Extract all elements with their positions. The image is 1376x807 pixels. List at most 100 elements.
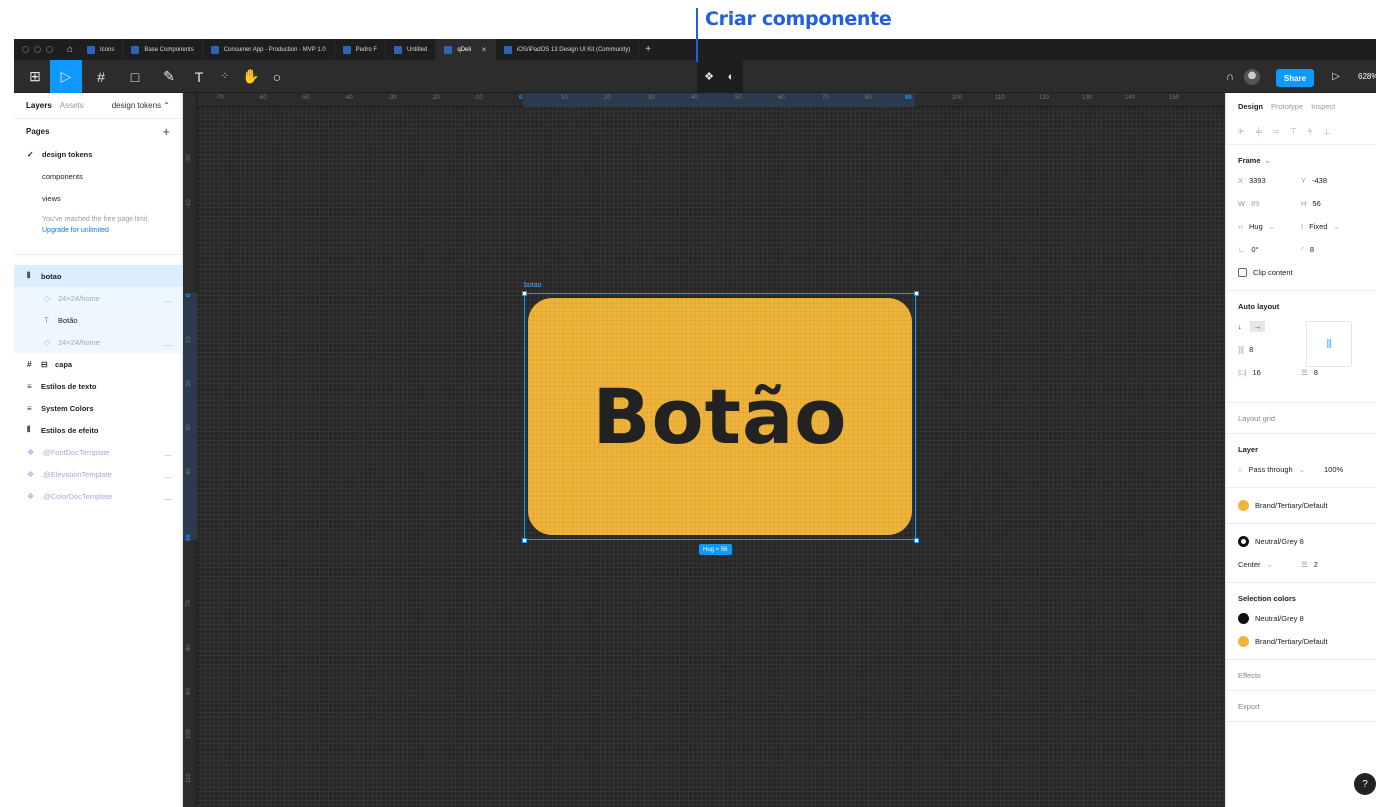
effects-title[interactable]: Effects <box>1238 666 1364 684</box>
align-top-icon[interactable]: ⊤ <box>1290 127 1297 136</box>
new-tab-icon[interactable]: + <box>639 44 657 55</box>
tab-untitled[interactable]: Untitled <box>386 39 437 60</box>
hidden-icon[interactable]: ﹏ <box>164 337 172 348</box>
button-component[interactable]: Botão <box>528 298 912 535</box>
present-icon[interactable]: ▷ <box>1328 60 1344 93</box>
hidden-icon[interactable]: ﹏ <box>164 293 172 304</box>
arrow-right-icon[interactable]: → <box>1249 321 1266 332</box>
layer-elevation-template[interactable]: ❖ .@ElevationTemplate ﹏ <box>14 463 182 485</box>
tab-consumer-app[interactable]: Consumer App - Production - MVP 1.0 <box>203 39 335 60</box>
text-tool-icon[interactable]: T <box>188 60 210 93</box>
clip-content-checkbox[interactable] <box>1238 268 1247 277</box>
tab-layers[interactable]: Layers <box>26 101 52 110</box>
minimize-dot-icon[interactable] <box>34 46 41 53</box>
help-icon[interactable]: ? <box>1354 773 1376 795</box>
layer-home-icon-1[interactable]: ◇ 24×24/home ﹏ <box>14 287 182 309</box>
hand-tool-icon[interactable]: ✋ <box>240 60 262 93</box>
align-center-v-icon[interactable]: ⫩ <box>1308 127 1313 137</box>
align-center-h-icon[interactable]: ╪ <box>1256 127 1262 136</box>
layer-botao[interactable]: ⫴ botao <box>14 265 182 287</box>
blend-mode-select[interactable]: ○ Pass through ⌄ <box>1238 465 1324 474</box>
mask-icon[interactable]: ◐ <box>721 60 741 93</box>
layer-font-doc-template[interactable]: ❖ .@FontDocTemplate ﹏ <box>14 441 182 463</box>
page-item-components[interactable]: components <box>14 165 182 187</box>
vertical-padding-field[interactable]: ☰ 8 <box>1301 368 1364 377</box>
resize-handle-tl[interactable] <box>522 291 527 296</box>
align-bottom-icon[interactable]: ⊥ <box>1323 127 1330 136</box>
resize-handle-bl[interactable] <box>522 538 527 543</box>
fill-style-row[interactable]: Brand/Tertiary/Default <box>1238 494 1364 517</box>
page-item-design-tokens[interactable]: ✓ design tokens <box>14 143 182 165</box>
home-icon[interactable]: ⌂ <box>61 39 79 60</box>
x-field[interactable]: X 3393 <box>1238 176 1301 185</box>
horizontal-padding-field[interactable]: |□| 16 <box>1238 368 1301 377</box>
main-menu-icon[interactable]: ⊞ <box>22 60 48 93</box>
upgrade-link[interactable]: Upgrade for unlimited <box>14 225 182 246</box>
tab-base-components[interactable]: Base Components <box>123 39 203 60</box>
align-right-icon[interactable]: ⫤ <box>1273 127 1279 137</box>
zoom-level[interactable]: 628% <box>1358 60 1376 93</box>
close-tab-icon[interactable]: ✕ <box>481 46 487 54</box>
resize-handle-tr[interactable] <box>914 291 919 296</box>
tab-assets[interactable]: Assets <box>60 101 84 110</box>
pen-tool-icon[interactable]: ✎ <box>154 60 184 93</box>
button-component-label[interactable]: Botão <box>593 372 848 461</box>
layer-estilos-texto[interactable]: ≡ Estilos de texto <box>14 375 182 397</box>
stroke-swatch[interactable] <box>1238 536 1249 547</box>
w-field[interactable]: W 89 <box>1238 199 1301 208</box>
vertical-resizing-select[interactable]: I Fixed ⌄ <box>1301 222 1364 231</box>
tab-pedro-f[interactable]: Pedro F <box>335 39 387 60</box>
stroke-weight-field[interactable]: ☰ 2 <box>1301 560 1364 569</box>
frame-title[interactable]: Frame ⌄ <box>1238 151 1364 169</box>
export-title[interactable]: Export <box>1238 697 1364 715</box>
avatar[interactable] <box>1244 69 1260 85</box>
rotation-field[interactable]: ∟ 0° <box>1238 245 1301 254</box>
tab-design[interactable]: Design <box>1238 102 1263 111</box>
frame-tool-icon[interactable]: # <box>86 60 116 93</box>
horizontal-resizing-select[interactable]: ›‹ Hug ⌄ <box>1238 222 1301 231</box>
h-field[interactable]: H 56 <box>1301 199 1364 208</box>
color-swatch[interactable] <box>1238 636 1249 647</box>
shape-tool-icon[interactable]: □ <box>120 60 150 93</box>
selection-color-item[interactable]: Neutral/Grey 8 <box>1238 607 1364 630</box>
arrow-down-icon[interactable]: ↓ <box>1238 322 1242 331</box>
color-swatch[interactable] <box>1238 613 1249 624</box>
radius-field[interactable]: ◜ 8 <box>1301 245 1364 254</box>
tab-qdeli[interactable]: qDeli ✕ <box>436 39 496 60</box>
layer-color-doc-template[interactable]: ❖ .@ColorDocTemplate ﹏ <box>14 485 182 507</box>
add-page-icon[interactable]: + <box>162 124 170 139</box>
align-left-icon[interactable]: ⊫ <box>1238 127 1245 136</box>
y-field[interactable]: Y -438 <box>1301 176 1364 185</box>
alignment-grid[interactable]: ⫼ <box>1306 321 1352 367</box>
clip-content-row[interactable]: Clip content <box>1238 261 1364 284</box>
page-item-views[interactable]: views <box>14 187 182 209</box>
hidden-icon[interactable]: ﹏ <box>164 491 172 502</box>
frame-name-label[interactable]: botao <box>524 282 542 289</box>
move-tool-icon[interactable]: ▷ <box>50 60 82 93</box>
hidden-icon[interactable]: ﹏ <box>164 447 172 458</box>
headphones-icon[interactable]: ∩ <box>1222 60 1238 93</box>
stroke-align-select[interactable]: Center ⌄ <box>1238 560 1301 569</box>
layer-home-icon-2[interactable]: ◇ 24×24/home ﹏ <box>14 331 182 353</box>
resize-handle-br[interactable] <box>914 538 919 543</box>
canvas[interactable]: botao Botão Hug × 56 <box>183 93 1225 807</box>
tab-prototype[interactable]: Prototype <box>1271 102 1303 111</box>
create-component-icon[interactable]: ❖ <box>699 60 719 93</box>
layer-capa[interactable]: # ⊟ capa <box>14 353 182 375</box>
fill-swatch[interactable] <box>1238 500 1249 511</box>
stroke-style-row[interactable]: Neutral/Grey 8 <box>1238 530 1364 553</box>
opacity-field[interactable]: 100% <box>1324 465 1343 474</box>
selection-color-item[interactable]: Brand/Tertiary/Default <box>1238 630 1364 653</box>
page-selector[interactable]: design tokens ⌃ <box>112 101 170 110</box>
close-dot-icon[interactable] <box>22 46 29 53</box>
comment-tool-icon[interactable]: ○ <box>266 60 288 93</box>
layout-grid-title[interactable]: Layout grid <box>1238 409 1364 427</box>
layer-botao-text[interactable]: T Botão <box>14 309 182 331</box>
share-button[interactable]: Share <box>1276 69 1314 87</box>
layer-system-colors[interactable]: ≡ System Colors <box>14 397 182 419</box>
layer-estilos-efeito[interactable]: ⫴ Estilos de efeito <box>14 419 182 441</box>
resources-icon[interactable]: ⁘ <box>214 60 236 93</box>
tab-ios-ui-kit[interactable]: iOS/iPadOS 13 Design UI Kit (Community) <box>496 39 640 60</box>
maximize-dot-icon[interactable] <box>46 46 53 53</box>
hidden-icon[interactable]: ﹏ <box>164 469 172 480</box>
